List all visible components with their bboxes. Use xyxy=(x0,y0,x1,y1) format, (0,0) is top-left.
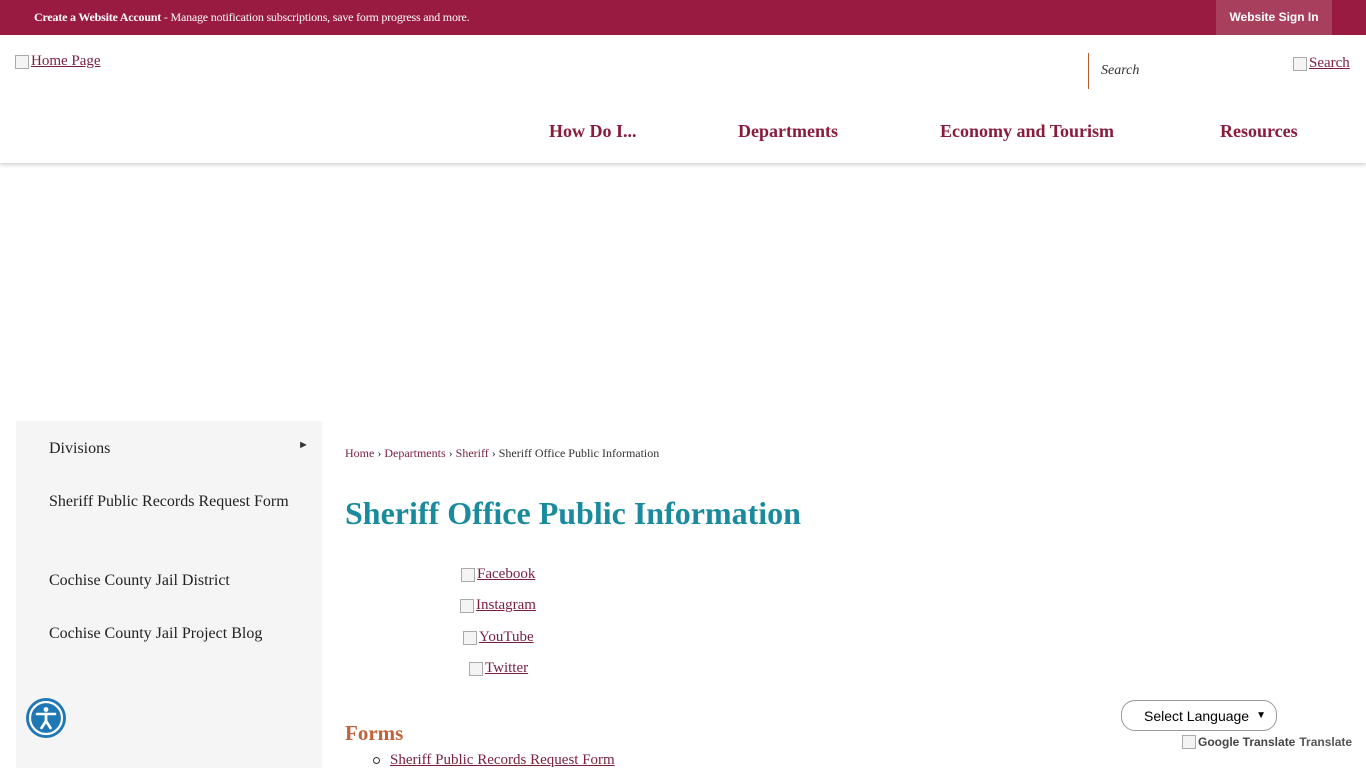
breadcrumb-separator: › xyxy=(491,446,496,460)
site-header: Home Page Search How Do I... Departments… xyxy=(0,35,1366,163)
breadcrumb-departments[interactable]: Departments xyxy=(384,446,445,460)
records-request-form-link[interactable]: Sheriff Public Records Request Form xyxy=(390,752,615,768)
nav-item-how-do-i[interactable]: How Do I... xyxy=(549,121,637,142)
youtube-link[interactable]: YouTube xyxy=(463,629,534,646)
breadcrumb-current: Sheriff Office Public Information xyxy=(498,446,660,460)
nav-item-departments[interactable]: Departments xyxy=(738,121,838,142)
forms-heading: Forms xyxy=(345,721,404,745)
instagram-label[interactable]: Instagram xyxy=(476,597,536,614)
breadcrumb-home[interactable]: Home xyxy=(345,446,374,460)
instagram-link[interactable]: Instagram xyxy=(460,597,536,614)
breadcrumb-separator: › xyxy=(448,446,453,460)
hero-banner xyxy=(0,163,1366,421)
search-button[interactable]: Search xyxy=(1293,55,1350,72)
youtube-label[interactable]: YouTube xyxy=(479,629,534,646)
accessibility-icon xyxy=(28,700,64,736)
facebook-icon xyxy=(461,567,475,582)
translate-label: Translate xyxy=(1299,735,1353,749)
nav-item-resources[interactable]: Resources xyxy=(1220,121,1298,142)
sidebar-item-records-request[interactable]: Sheriff Public Records Request Form xyxy=(49,489,289,514)
breadcrumb: Home › Departments › Sheriff › Sheriff O… xyxy=(345,446,659,461)
twitter-link[interactable]: Twitter xyxy=(469,660,528,677)
nav-item-economy-and-tourism[interactable]: Economy and Tourism xyxy=(940,121,1114,142)
search-input[interactable] xyxy=(1101,60,1276,82)
list-item: Sheriff Public Records Request Form xyxy=(373,752,615,768)
accessibility-button[interactable] xyxy=(26,698,66,738)
youtube-icon xyxy=(463,630,477,645)
home-page-logo-alt[interactable]: Home Page xyxy=(31,53,101,70)
google-translate-badge[interactable]: Google Translate Translate xyxy=(1182,735,1352,749)
google-logo-icon xyxy=(1182,735,1196,749)
page-title: Sheriff Office Public Information xyxy=(345,495,801,531)
facebook-link[interactable]: Facebook xyxy=(461,566,535,583)
notification-bar: Create a Website Account - Manage notifi… xyxy=(0,0,1366,35)
create-account-description: - Manage notification subscriptions, sav… xyxy=(161,10,470,24)
website-sign-in-button[interactable]: Website Sign In xyxy=(1216,0,1332,35)
chevron-down-icon: ▼ xyxy=(1256,710,1266,721)
sidebar-item-jail-district[interactable]: Cochise County Jail District xyxy=(49,568,230,593)
breadcrumb-sheriff[interactable]: Sheriff xyxy=(456,446,489,460)
instagram-icon xyxy=(460,598,474,613)
create-account-link[interactable]: Create a Website Account - Manage notifi… xyxy=(34,10,470,25)
broken-image-icon xyxy=(1293,56,1307,71)
search-box xyxy=(1088,53,1288,89)
search-button-alt[interactable]: Search xyxy=(1309,55,1350,72)
sidebar-item-jail-project-blog[interactable]: Cochise County Jail Project Blog xyxy=(49,621,262,646)
home-page-logo-link[interactable]: Home Page xyxy=(15,53,101,70)
google-translate-alt: Google Translate xyxy=(1198,735,1296,749)
create-account-label[interactable]: Create a Website Account xyxy=(34,10,161,24)
language-select[interactable]: Select Language ▼ xyxy=(1121,700,1277,731)
twitter-label[interactable]: Twitter xyxy=(485,660,528,677)
expand-arrow-icon[interactable]: ► xyxy=(298,439,309,451)
facebook-label[interactable]: Facebook xyxy=(477,566,535,583)
language-select-value: Select Language xyxy=(1144,707,1250,724)
main-navigation: How Do I... Departments Economy and Tour… xyxy=(0,121,1366,143)
bullet-icon xyxy=(373,757,380,764)
twitter-icon xyxy=(469,661,483,676)
broken-image-icon xyxy=(15,54,29,69)
breadcrumb-separator: › xyxy=(377,446,382,460)
sidebar-item-divisions[interactable]: Divisions xyxy=(49,436,110,461)
